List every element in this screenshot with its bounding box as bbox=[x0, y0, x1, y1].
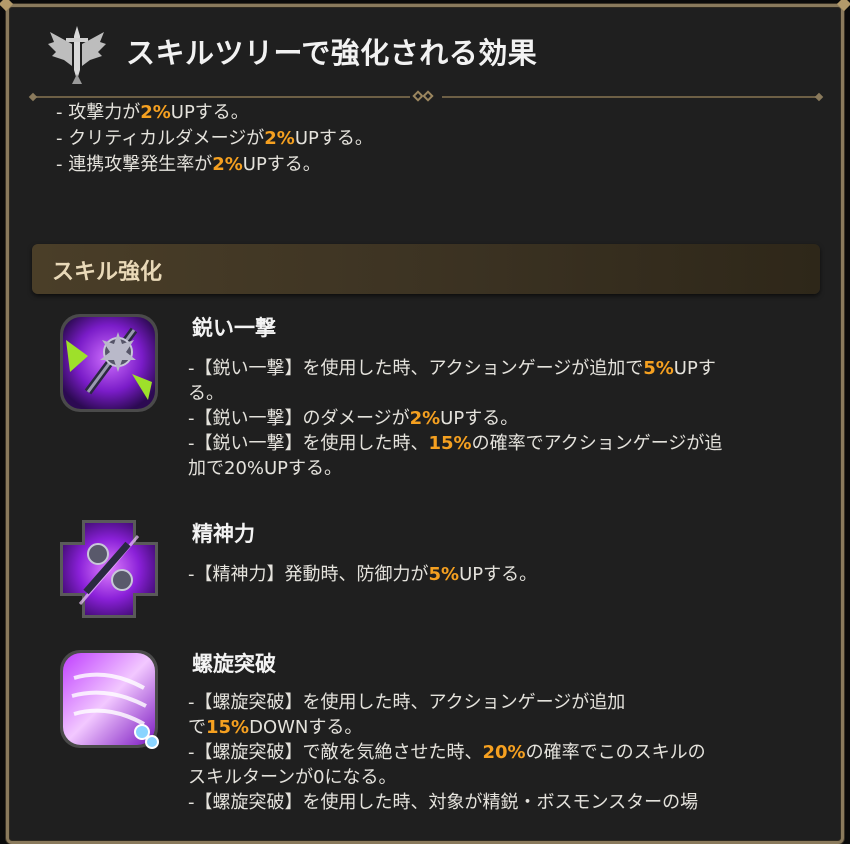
effect-line: - 攻撃力が2%UPする。 bbox=[56, 102, 249, 123]
skill-description: -【精神力】発動時、防御力が5%UPする。 bbox=[188, 564, 538, 585]
effect-line: - クリティカルダメージが2%UPする。 bbox=[56, 128, 373, 149]
effect-line: - 連携攻撃発生率が2%UPする。 bbox=[56, 154, 321, 175]
mace-cross-skill-icon[interactable] bbox=[58, 518, 160, 620]
spiked-mace-skill-icon[interactable] bbox=[58, 312, 160, 414]
winged-sword-emblem-icon bbox=[48, 26, 106, 84]
section-header-skill-enhance: スキル強化 bbox=[32, 244, 820, 294]
spiral-slash-skill-icon[interactable] bbox=[58, 648, 160, 750]
skill-name: 精神力 bbox=[192, 522, 255, 546]
page-title: スキルツリーで強化される効果 bbox=[126, 36, 538, 70]
skill-name: 螺旋突破 bbox=[192, 652, 276, 676]
skill-tree-effects-list: - 攻撃力が2%UPする。 - クリティカルダメージが2%UPする。 - 連携攻… bbox=[56, 100, 373, 178]
skill-description: -【鋭い一撃】を使用した時、アクションゲージが追加で5%UPす る。 -【鋭い一… bbox=[188, 358, 723, 479]
section-title: スキル強化 bbox=[52, 260, 163, 285]
skill-description: -【螺旋突破】を使用した時、アクションゲージが追加 で15%DOWNする。 -【… bbox=[188, 692, 706, 813]
skill-name: 鋭い一撃 bbox=[192, 316, 276, 340]
